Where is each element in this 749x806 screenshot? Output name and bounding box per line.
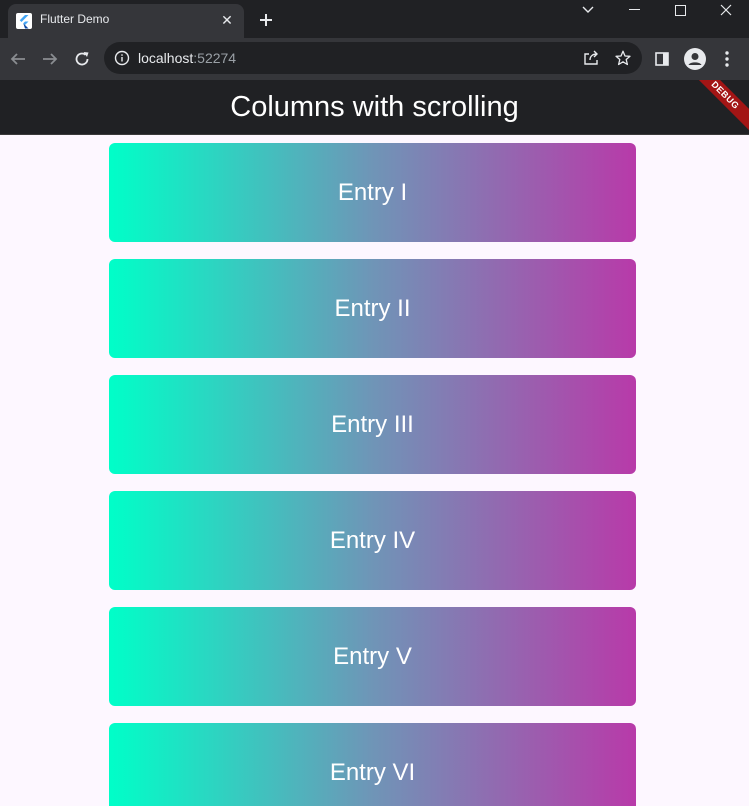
new-tab-button[interactable] (255, 9, 277, 31)
side-panel-icon (655, 52, 669, 66)
browser-tab[interactable]: Flutter Demo ✕ (8, 4, 244, 38)
info-icon[interactable] (114, 50, 130, 66)
entry-label: Entry VI (329, 758, 416, 786)
tab-title: Flutter Demo (40, 12, 110, 26)
entry-card-1[interactable]: Entry I (109, 143, 636, 242)
entry-card-2[interactable]: Entry II (109, 259, 636, 358)
tab-strip: Flutter Demo ✕ (0, 0, 749, 38)
app-bar: Columns with scrolling DEBUG (0, 80, 749, 135)
entry-card-3[interactable]: Entry III (109, 375, 636, 474)
entry-card-5[interactable]: Entry V (109, 607, 636, 706)
browser-chrome: Flutter Demo ✕ localhost:52274 (0, 0, 749, 80)
flutter-icon (16, 13, 32, 29)
entry-label: Entry II (334, 294, 411, 322)
url-host: localhost (138, 50, 194, 66)
entry-label: Entry IV (329, 526, 416, 554)
url-text[interactable]: localhost:52274 (138, 50, 236, 66)
plus-icon (260, 14, 272, 26)
maximize-icon (674, 4, 686, 16)
forward-arrow-icon (43, 53, 58, 65)
profile-icon (684, 48, 706, 70)
chevron-down-icon (582, 6, 594, 13)
tab-search-button[interactable] (565, 0, 611, 20)
back-arrow-icon (10, 53, 25, 65)
close-icon[interactable]: ✕ (218, 11, 236, 29)
entry-label: Entry V (333, 642, 412, 670)
minimize-icon (628, 9, 640, 10)
reload-icon (75, 52, 89, 66)
entry-label: Entry III (331, 410, 414, 438)
kebab-menu-icon (725, 51, 729, 67)
close-window-button[interactable] (703, 0, 749, 20)
side-panel-button[interactable] (650, 47, 674, 71)
entry-card-6[interactable]: Entry VI (109, 723, 636, 806)
share-button[interactable] (581, 48, 601, 68)
minimize-button[interactable] (611, 0, 657, 20)
share-icon (584, 50, 598, 65)
profile-button[interactable] (683, 47, 707, 71)
reload-button[interactable] (70, 47, 94, 71)
scroll-column[interactable]: Entry I Entry II Entry III Entry IV Entr… (0, 135, 749, 806)
url-port: :52274 (193, 50, 237, 66)
address-bar[interactable]: localhost:52274 (104, 42, 642, 74)
close-window-icon (720, 4, 732, 16)
entry-card-4[interactable]: Entry IV (109, 491, 636, 590)
bookmark-button[interactable] (613, 48, 633, 68)
maximize-button[interactable] (657, 0, 703, 20)
star-icon (615, 50, 631, 66)
entry-label: Entry I (337, 178, 408, 206)
page-title: Columns with scrolling (230, 91, 519, 123)
browser-toolbar: localhost:52274 (0, 38, 749, 80)
forward-button[interactable] (38, 47, 62, 71)
back-button[interactable] (6, 47, 30, 71)
menu-button[interactable] (715, 47, 739, 71)
